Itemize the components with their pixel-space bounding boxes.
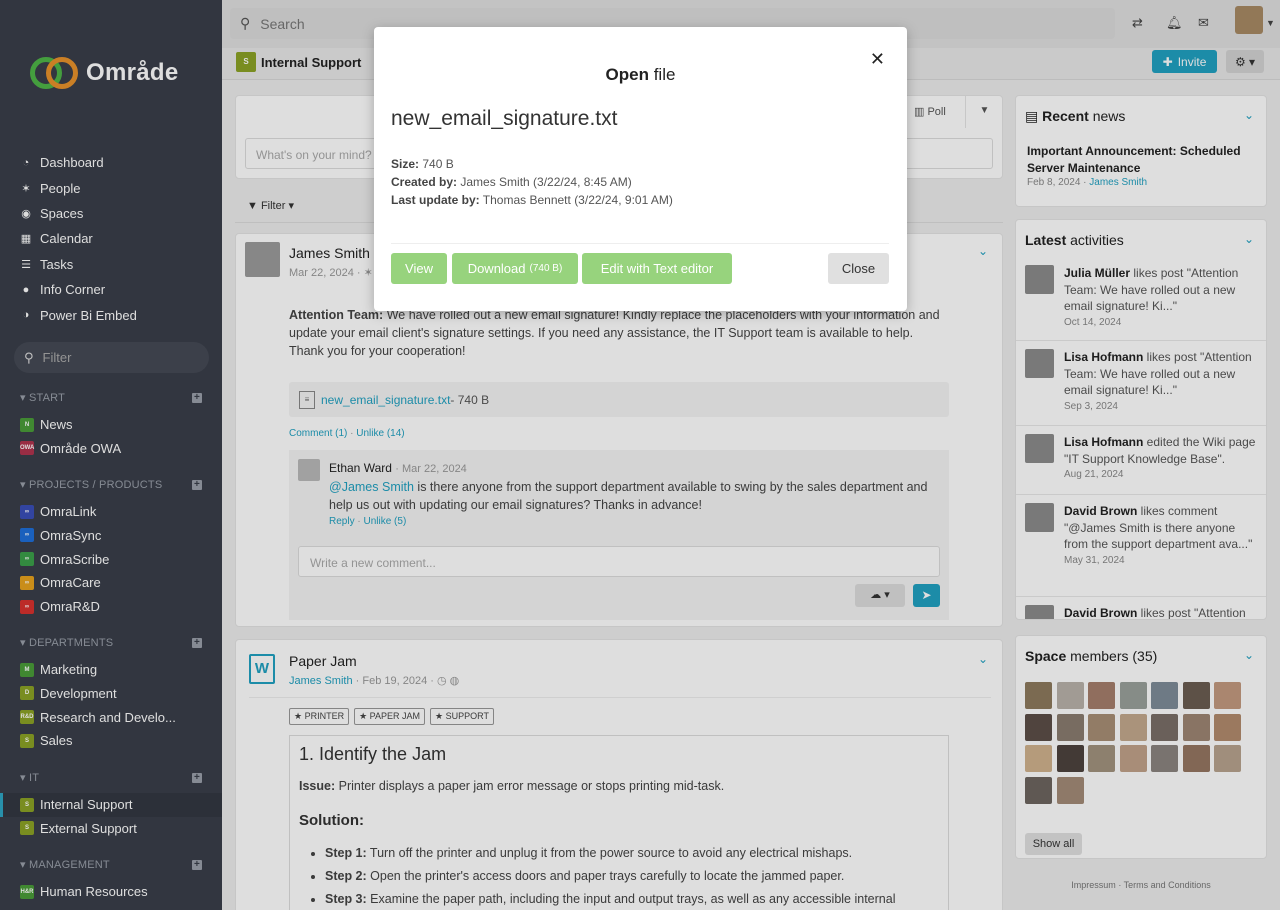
download-button[interactable]: Download (740 B) xyxy=(452,253,578,284)
close-button[interactable]: Close xyxy=(828,253,889,284)
edit-text-editor-button[interactable]: Edit with Text editor xyxy=(582,253,732,284)
view-button[interactable]: View xyxy=(391,253,447,284)
modal-filename: new_email_signature.txt xyxy=(391,107,618,130)
modal-title: Open file xyxy=(605,65,676,84)
open-file-modal: Open file ✕ new_email_signature.txt Size… xyxy=(374,27,907,311)
file-metadata: Size: 740 B Created by: James Smith (3/2… xyxy=(391,157,673,207)
close-icon[interactable]: ✕ xyxy=(870,49,885,70)
